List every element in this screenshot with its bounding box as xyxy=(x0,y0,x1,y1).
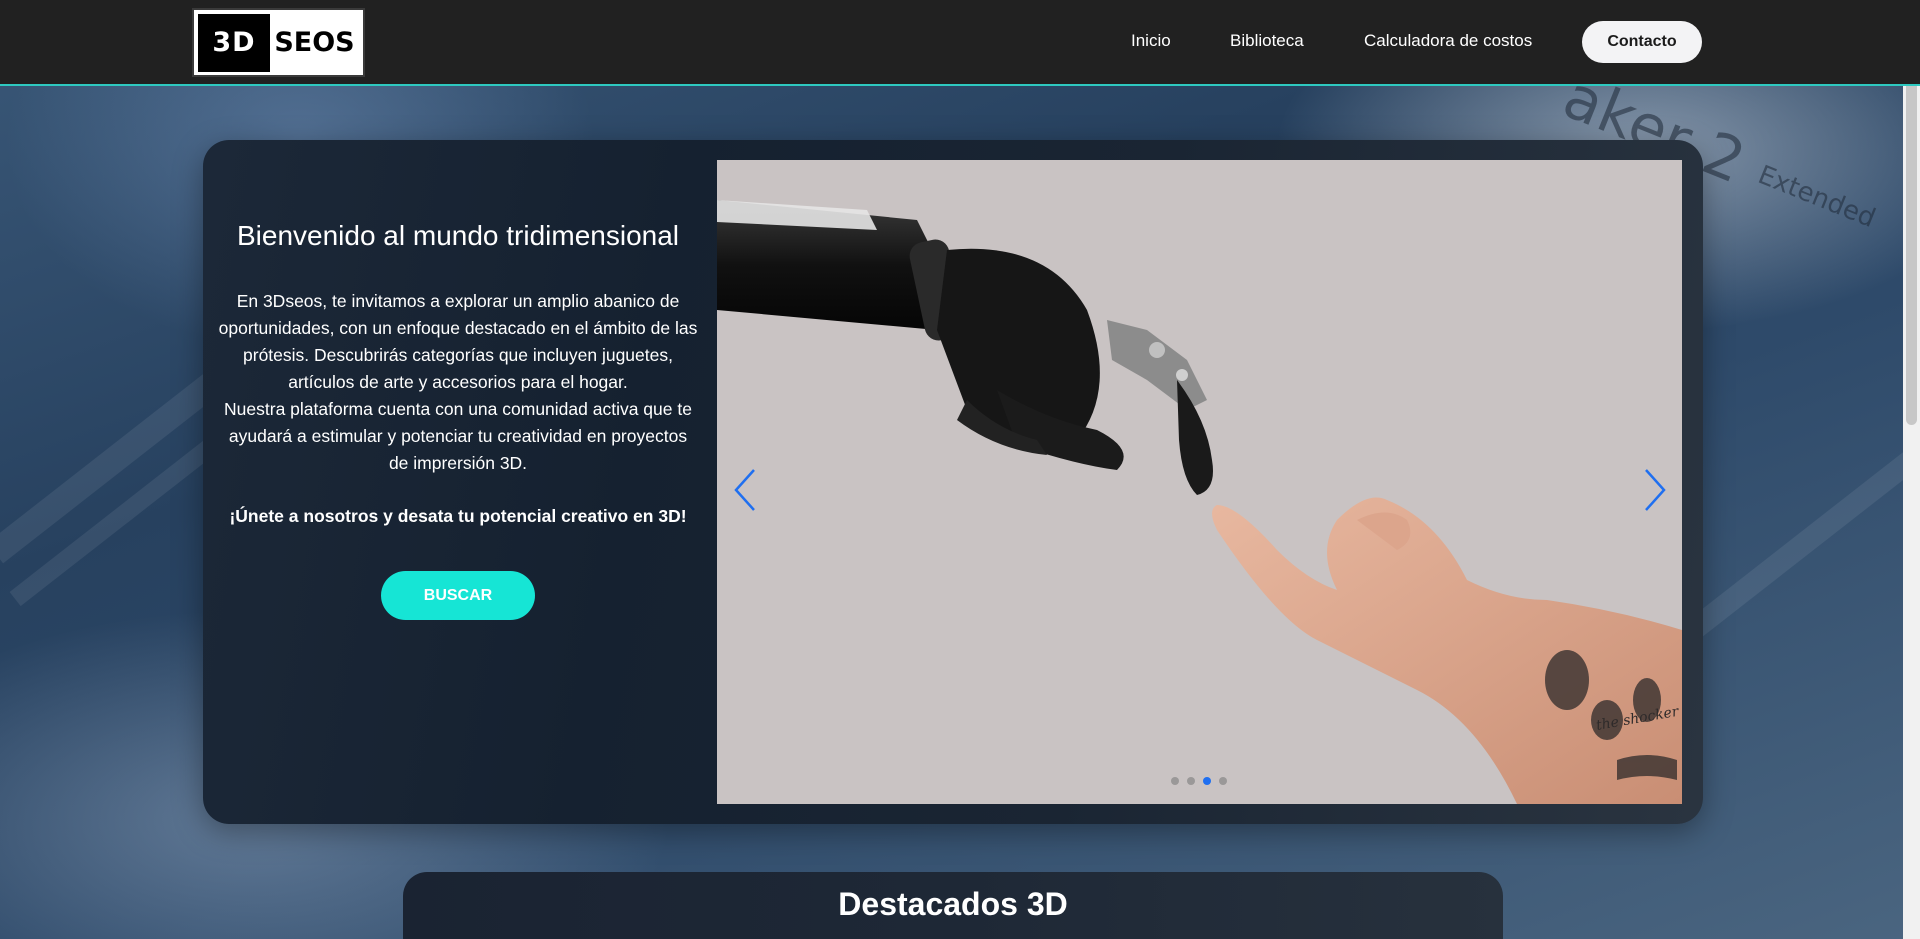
image-carousel: the shocker xyxy=(717,160,1682,804)
chevron-right-icon xyxy=(1645,469,1666,511)
contact-button[interactable]: Contacto xyxy=(1582,21,1702,63)
background-printer-sublabel: Extended xyxy=(1753,160,1880,235)
logo-mark: 3D xyxy=(198,13,270,72)
featured-section: Destacados 3D xyxy=(403,872,1503,939)
hero-description: En 3Dseos, te invitamos a explorar un am… xyxy=(218,288,698,477)
hero-title: Bienvenido al mundo tridimensional xyxy=(236,220,680,251)
carousel-dot[interactable] xyxy=(1171,777,1179,785)
buscar-button[interactable]: BUSCAR xyxy=(381,571,535,620)
page-scrollbar[interactable] xyxy=(1903,0,1920,939)
nav-inicio[interactable]: Inicio xyxy=(1131,31,1171,51)
nav-biblioteca[interactable]: Biblioteca xyxy=(1230,31,1304,51)
carousel-dot-active[interactable] xyxy=(1203,777,1211,785)
site-header: 3D SEOS Inicio Biblioteca Calculadora de… xyxy=(0,0,1920,86)
carousel-prev-button[interactable] xyxy=(725,460,765,520)
site-logo[interactable]: 3D SEOS xyxy=(192,8,365,77)
carousel-indicators xyxy=(1171,777,1227,785)
logo-wordmark: SEOS xyxy=(274,27,355,58)
hero-paragraph: Nuestra plataforma cuenta con una comuni… xyxy=(224,399,692,473)
featured-title: Destacados 3D xyxy=(838,886,1068,922)
nav-calculadora[interactable]: Calculadora de costos xyxy=(1364,31,1532,51)
hero-call-to-action: ¡Únete a nosotros y desata tu potencial … xyxy=(229,506,687,526)
carousel-dot[interactable] xyxy=(1219,777,1227,785)
hero-paragraph: En 3Dseos, te invitamos a explorar un am… xyxy=(218,291,698,392)
hero-text-panel: Bienvenido al mundo tridimensional En 3D… xyxy=(203,140,713,824)
hero-card: Bienvenido al mundo tridimensional En 3D… xyxy=(203,140,1703,824)
carousel-dot[interactable] xyxy=(1187,777,1195,785)
chevron-left-icon xyxy=(734,469,755,511)
carousel-slide-image: the shocker xyxy=(717,160,1682,804)
carousel-next-button[interactable] xyxy=(1635,460,1675,520)
